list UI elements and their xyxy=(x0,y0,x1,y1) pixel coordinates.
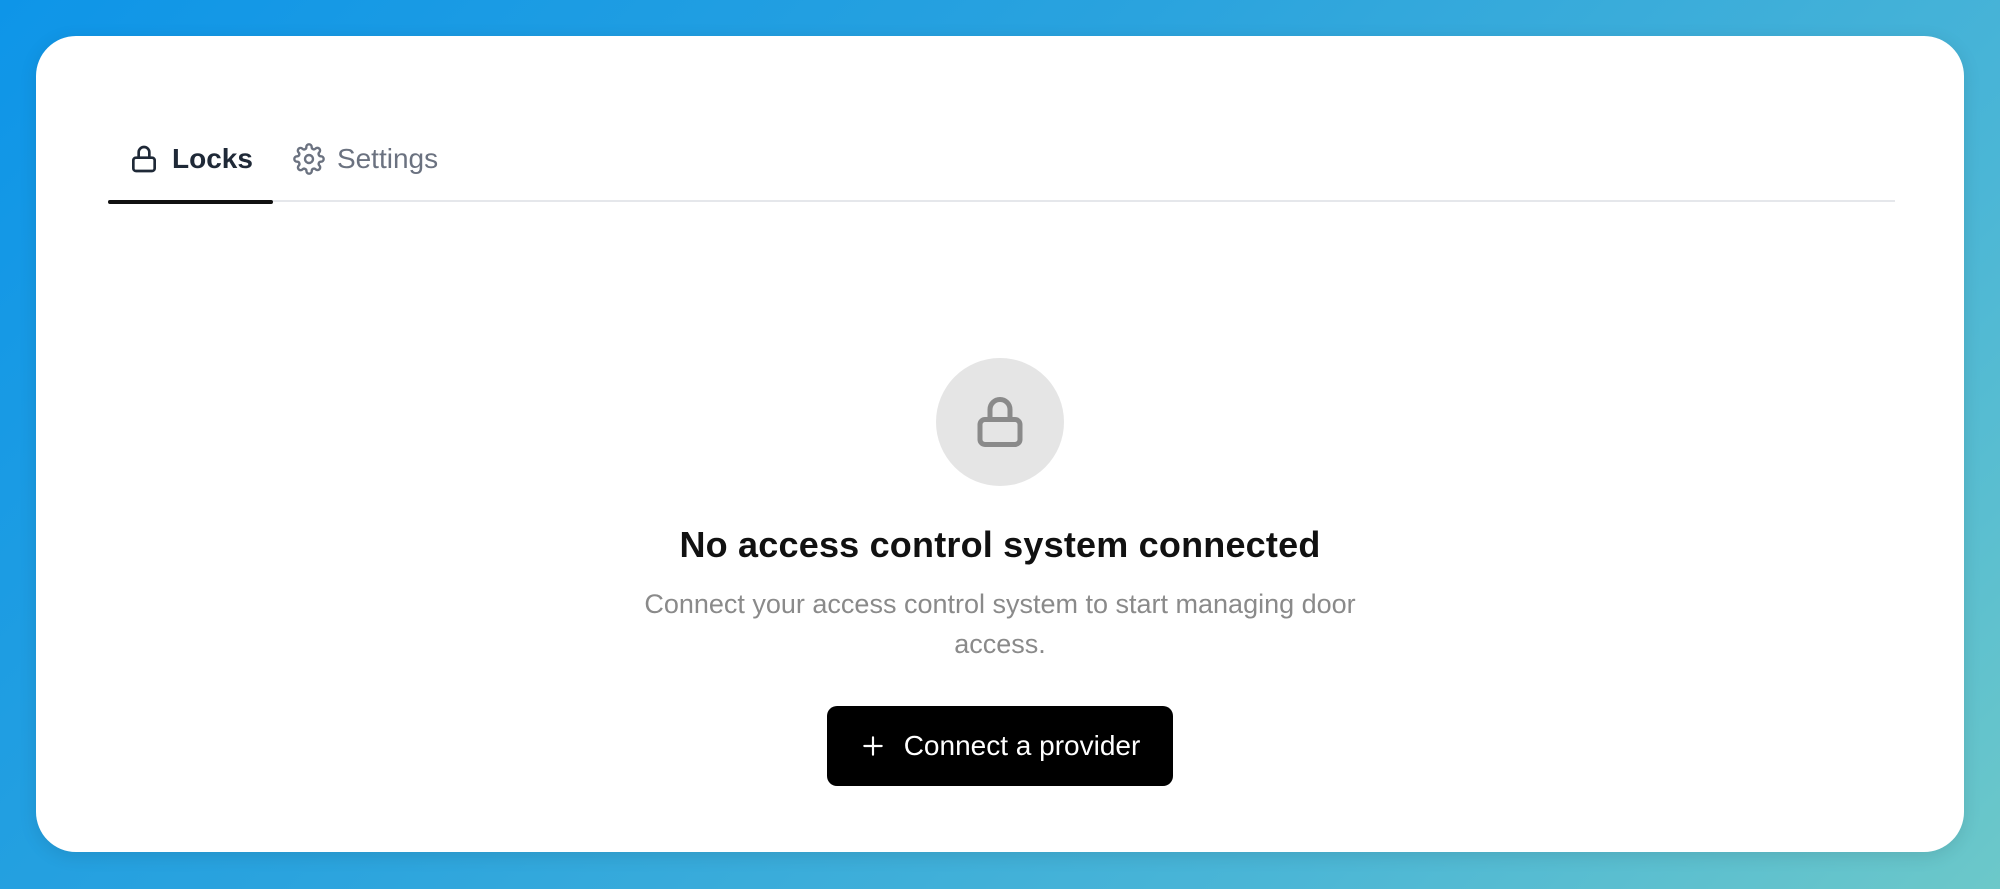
tab-settings-label: Settings xyxy=(336,143,439,174)
tab-locks-label: Locks xyxy=(172,143,253,174)
plus-icon xyxy=(860,733,886,759)
connect-provider-label: Connect a provider xyxy=(903,730,1141,761)
empty-state-description: Connect your access control system to st… xyxy=(644,589,1356,659)
empty-state-icon-circle xyxy=(936,358,1064,486)
empty-state: No access control system connected Conne… xyxy=(36,358,1964,786)
main-card: Locks Settings No access control system … xyxy=(36,36,1964,852)
gear-icon xyxy=(293,143,325,175)
tab-settings[interactable]: Settings xyxy=(273,116,458,202)
lock-icon xyxy=(977,397,1023,447)
lock-icon xyxy=(128,143,160,175)
empty-state-title: No access control system connected xyxy=(679,524,1321,565)
tab-locks[interactable]: Locks xyxy=(108,116,273,204)
tab-bar: Locks Settings xyxy=(108,116,1895,204)
connect-provider-button[interactable]: Connect a provider xyxy=(826,706,1174,786)
